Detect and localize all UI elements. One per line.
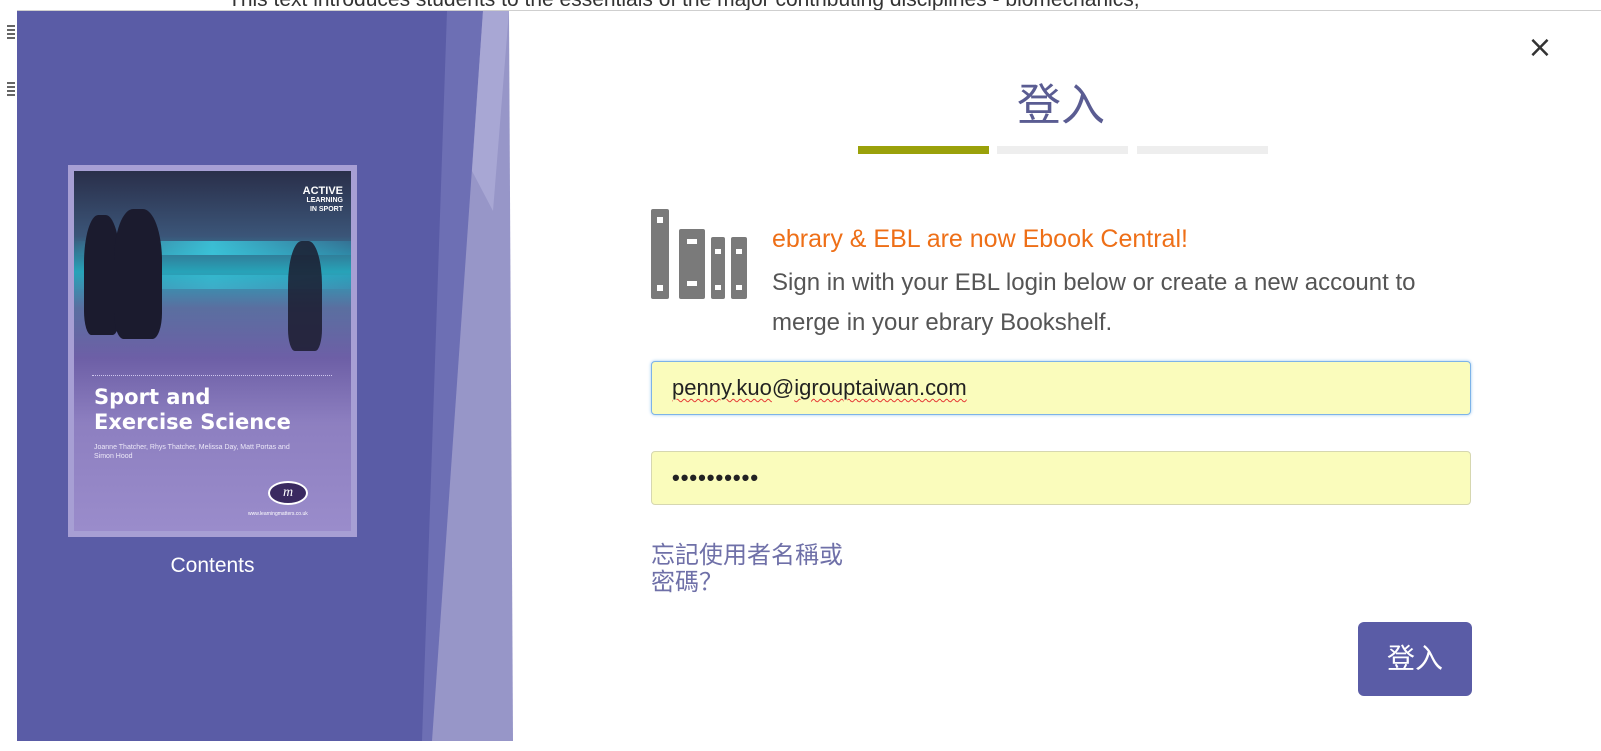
ebook-central-message: Sign in with your EBL login below or cre… bbox=[772, 269, 1416, 336]
modal-title: 登入 bbox=[1017, 80, 1105, 131]
grip-handle-icon bbox=[7, 82, 15, 98]
background-page-footer bbox=[0, 741, 1601, 751]
publisher-logo: m bbox=[268, 481, 308, 505]
runner-silhouette bbox=[114, 209, 162, 339]
forgot-credentials-link[interactable]: 忘記使用者名稱或密碼？ bbox=[651, 542, 861, 596]
ebook-central-heading: ebrary & EBL are now Ebook Central! bbox=[772, 225, 1188, 253]
book-cover-image: ACTIVE LEARNING IN SPORT Sport and Exerc… bbox=[74, 171, 351, 531]
close-icon[interactable]: × bbox=[1525, 33, 1555, 63]
book-cover-frame[interactable]: ACTIVE LEARNING IN SPORT Sport and Exerc… bbox=[68, 165, 357, 537]
email-value-at: @ bbox=[771, 375, 795, 400]
book-authors: Joanne Thatcher, Rhys Thatcher, Melissa … bbox=[94, 444, 290, 460]
password-field[interactable]: •••••••••• bbox=[651, 451, 1471, 505]
progress-step-3 bbox=[1137, 146, 1268, 154]
progress-step-1 bbox=[858, 146, 989, 154]
login-submit-button[interactable]: 登入 bbox=[1358, 622, 1472, 696]
publisher-url: www.learningmatters.co.uk bbox=[248, 511, 308, 517]
email-field[interactable]: penny.kuo@igrouptaiwan.com bbox=[651, 361, 1471, 415]
runner-silhouette bbox=[288, 241, 322, 351]
books-icon bbox=[651, 209, 747, 299]
grip-handle-icon bbox=[7, 25, 15, 41]
login-modal: ACTIVE LEARNING IN SPORT Sport and Exerc… bbox=[17, 11, 1601, 741]
series-badge: ACTIVE LEARNING IN SPORT bbox=[302, 185, 343, 214]
email-value-domain: igrouptaiwan.com bbox=[794, 375, 967, 400]
book-panel: ACTIVE LEARNING IN SPORT Sport and Exerc… bbox=[17, 11, 537, 741]
email-value-prefix: penny.kuo bbox=[672, 375, 772, 400]
contents-link[interactable]: Contents bbox=[68, 554, 357, 578]
book-title: Sport and Exercise Science bbox=[94, 385, 291, 434]
progress-step-2 bbox=[997, 146, 1128, 154]
background-page-edge bbox=[0, 0, 9, 751]
cover-divider bbox=[92, 375, 332, 376]
